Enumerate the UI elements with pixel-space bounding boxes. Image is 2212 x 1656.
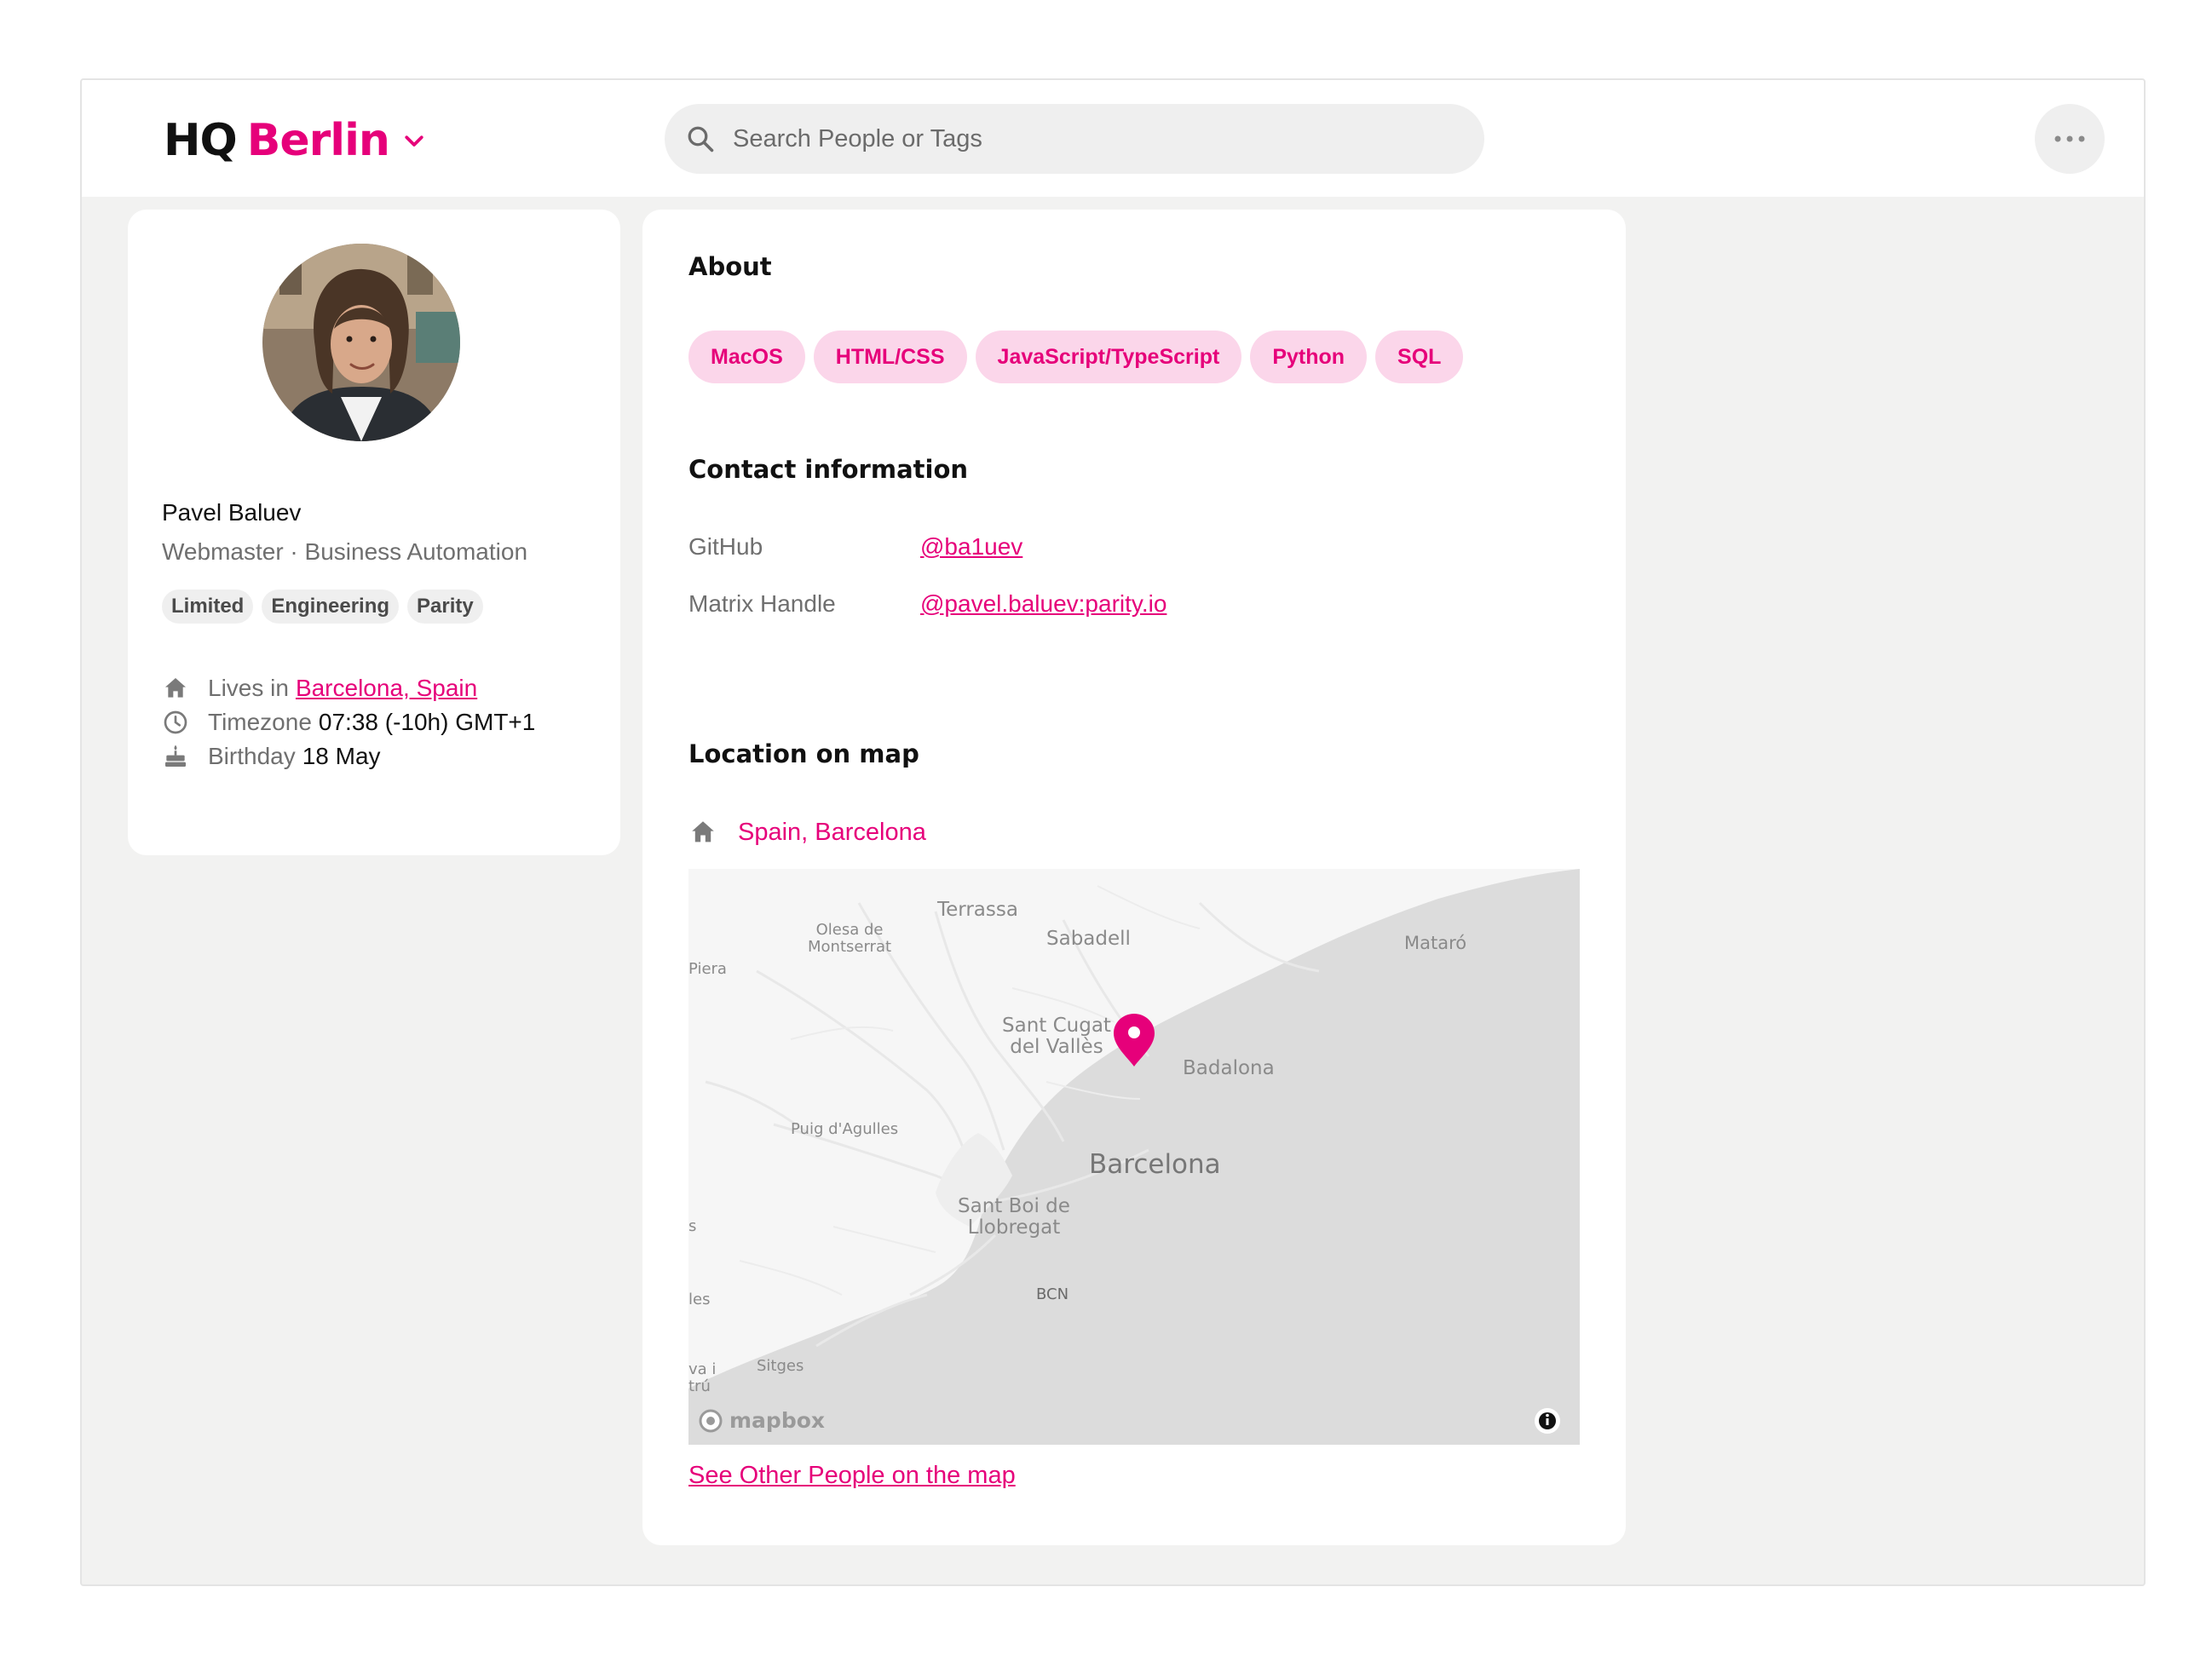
see-other-people-link[interactable]: See Other People on the map xyxy=(688,1462,1016,1490)
office-switcher[interactable]: HQ Berlin xyxy=(164,112,427,169)
profile-card: Pavel Baluev Webmaster · Business Automa… xyxy=(128,210,620,855)
lives-in-label: Lives in xyxy=(208,675,289,701)
profile-tag[interactable]: Parity xyxy=(407,589,483,624)
location-place[interactable]: Spain, Barcelona xyxy=(738,819,926,847)
skill-tag[interactable]: Python xyxy=(1250,331,1368,383)
contact-label: Matrix Handle xyxy=(688,590,836,617)
map-label-badalona: Badalona xyxy=(1183,1057,1275,1079)
profile-tag[interactable]: Limited xyxy=(162,589,254,624)
skill-tags: MacOS HTML/CSS JavaScript/TypeScript Pyt… xyxy=(688,331,1464,383)
map-label-va: va i trú xyxy=(688,1360,717,1395)
contact-title: Contact information xyxy=(688,455,969,484)
map-label-puig: Puig d'Agulles xyxy=(791,1120,899,1138)
map-label-sant-boi: Sant Boi de Llobregat xyxy=(958,1195,1070,1239)
profile-role: Webmaster · Business Automation xyxy=(162,538,528,565)
contact-row-github: GitHub @ba1uev xyxy=(688,533,1022,561)
skill-tag[interactable]: SQL xyxy=(1375,331,1464,383)
timezone-row: Timezone 07:38 (-10h) GMT+1 xyxy=(162,709,535,736)
matrix-link[interactable]: @pavel.baluev:parity.io xyxy=(920,590,1166,618)
more-button[interactable] xyxy=(2035,104,2105,174)
birthday-value: 18 May xyxy=(302,743,381,769)
location-map[interactable]: Terrassa Sabadell Olesa de Montserrat Pi… xyxy=(688,869,1580,1445)
mapbox-logo xyxy=(699,1409,723,1433)
clock-icon xyxy=(164,710,187,734)
home-icon xyxy=(692,821,714,842)
map-label-barcelona: Barcelona xyxy=(1089,1149,1221,1180)
brand-prefix: HQ xyxy=(164,115,238,166)
map-label-bcn: BCN xyxy=(1036,1285,1069,1303)
map-label-piera: Piera xyxy=(688,960,727,978)
details-card: About MacOS HTML/CSS JavaScript/TypeScri… xyxy=(642,210,1626,1545)
chevron-down-icon xyxy=(405,135,423,147)
avatar xyxy=(262,244,460,441)
cake-icon xyxy=(165,745,186,767)
lives-in-row: Lives in Barcelona, Spain xyxy=(162,675,477,702)
skill-tag[interactable]: JavaScript/TypeScript xyxy=(975,331,1242,383)
map-label-les: les xyxy=(688,1291,711,1308)
birthday-label: Birthday xyxy=(208,743,296,769)
map-label-sabadell: Sabadell xyxy=(1046,928,1131,950)
more-icon xyxy=(2054,135,2085,142)
timezone-value: 07:38 (-10h) GMT+1 xyxy=(318,709,536,735)
map-label-sitges: Sitges xyxy=(757,1357,804,1375)
top-bar: HQ Berlin xyxy=(82,80,2144,197)
about-title: About xyxy=(688,252,772,281)
map-label-s: s xyxy=(688,1217,697,1235)
map-label-mataro: Mataró xyxy=(1404,933,1467,953)
map-label-terrassa: Terrassa xyxy=(937,899,1018,921)
skill-tag[interactable]: HTML/CSS xyxy=(813,331,967,383)
contact-row-matrix: Matrix Handle @pavel.baluev:parity.io xyxy=(688,590,1166,618)
location-title: Location on map xyxy=(688,739,919,768)
search-bar xyxy=(665,104,1484,174)
mapbox-wordmark: mapbox xyxy=(729,1408,826,1433)
contact-label: GitHub xyxy=(688,533,763,560)
search-icon xyxy=(688,126,714,152)
map-label-sant-cugat: Sant Cugat del Vallès xyxy=(1002,1015,1111,1059)
location-row: Spain, Barcelona xyxy=(688,818,926,847)
info-icon[interactable] xyxy=(1535,1408,1560,1434)
github-link[interactable]: @ba1uev xyxy=(920,533,1022,561)
brand-city: Berlin xyxy=(246,115,390,166)
birthday-row: Birthday 18 May xyxy=(162,743,381,770)
profile-name: Pavel Baluev xyxy=(162,499,302,526)
timezone-label: Timezone xyxy=(208,709,312,735)
map-label-olesa: Olesa de Montserrat xyxy=(808,921,892,956)
app-window: HQ Berlin Search People or Tags Pavel Ba… xyxy=(80,78,2146,1586)
lives-in-link[interactable]: Barcelona, Spain xyxy=(296,675,477,702)
profile-tag[interactable]: Engineering xyxy=(262,589,400,624)
search-input[interactable] xyxy=(733,112,1449,165)
profile-tags: Limited Engineering Parity xyxy=(162,589,483,624)
skill-tag[interactable]: MacOS xyxy=(688,331,805,383)
home-icon xyxy=(165,678,186,698)
